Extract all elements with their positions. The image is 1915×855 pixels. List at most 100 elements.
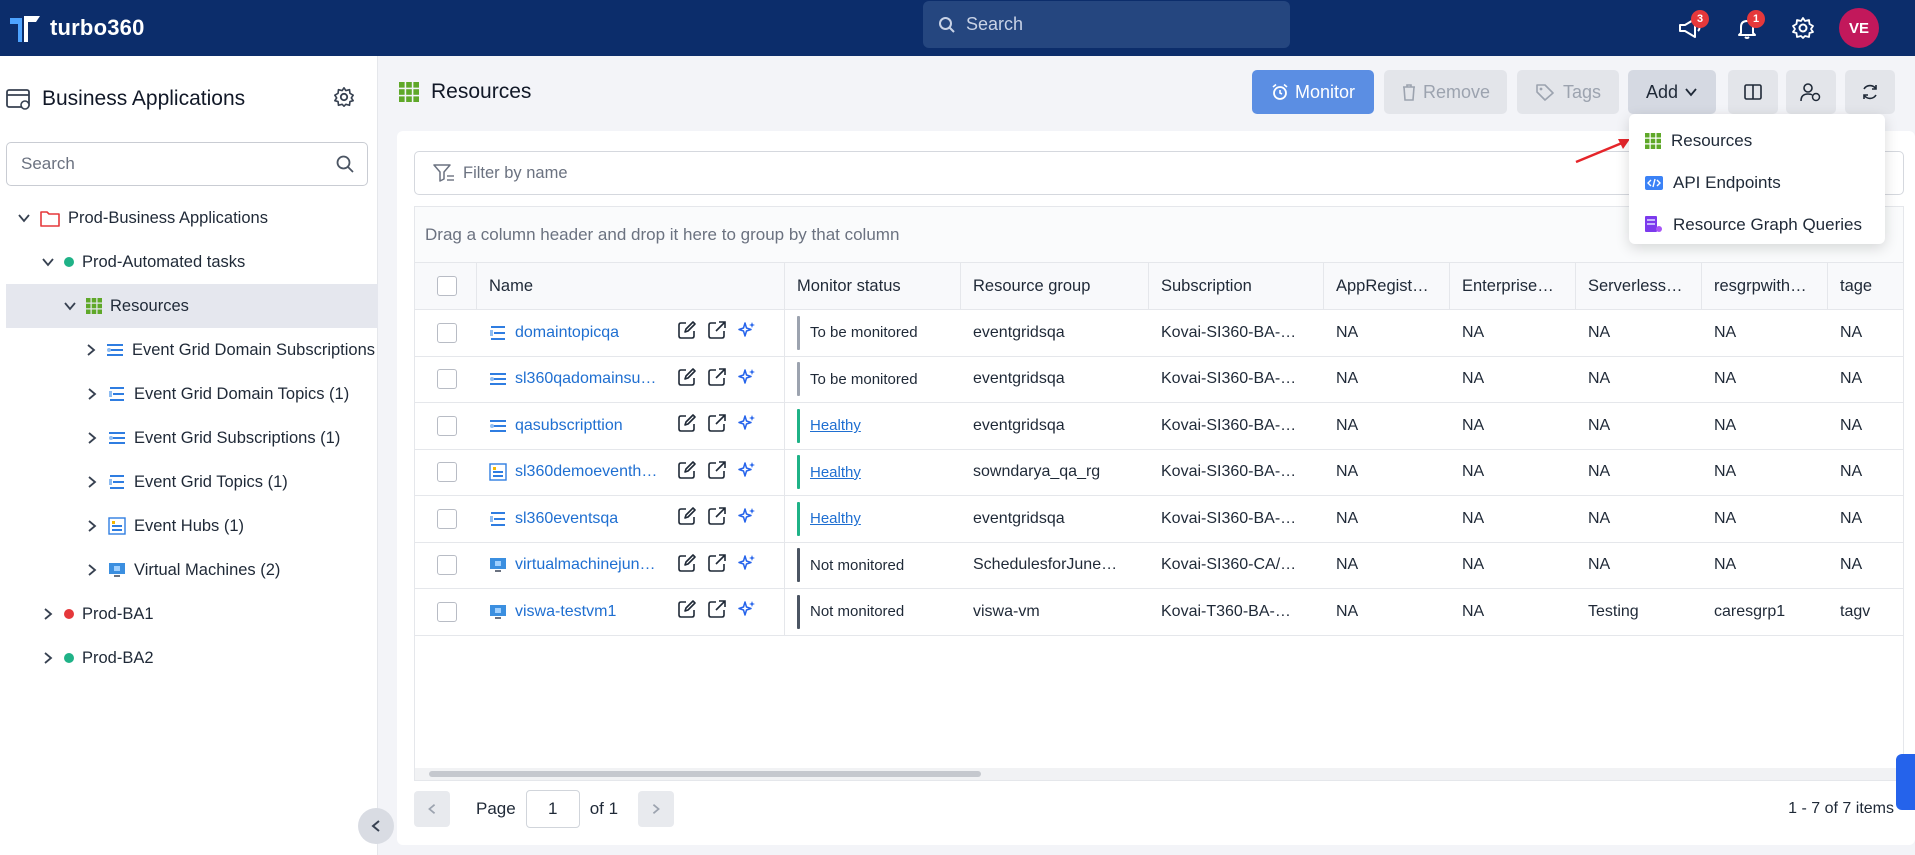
checkbox-box[interactable] (437, 555, 457, 576)
edit-icon[interactable] (677, 413, 697, 438)
monitor-button[interactable]: Monitor (1252, 70, 1374, 114)
chevron-right-icon[interactable] (40, 606, 56, 622)
table-row[interactable]: domaintopicqa To be monitored eventgrids… (415, 310, 1903, 357)
ai-sparkle-icon[interactable] (737, 460, 757, 485)
checkbox-box[interactable] (437, 322, 457, 343)
user-access-button[interactable] (1786, 70, 1836, 114)
scrollbar-thumb[interactable] (429, 771, 981, 777)
user-avatar[interactable]: VE (1839, 8, 1879, 48)
notifications-button[interactable]: 1 (1719, 0, 1775, 56)
row-checkbox[interactable] (415, 450, 477, 496)
column-header-resource-group[interactable]: Resource group (961, 263, 1149, 309)
next-page-button[interactable] (638, 791, 675, 827)
tree-item-event-grid-domain-subscriptions[interactable]: Event Grid Domain Subscriptions (1) (0, 328, 378, 372)
table-row[interactable]: qasubscripttion Healthy eventgridsqa Kov… (415, 403, 1903, 450)
external-link-icon[interactable] (707, 599, 727, 624)
checkbox-box[interactable] (437, 601, 457, 622)
app-logo[interactable]: turbo360 (6, 8, 145, 48)
edit-icon[interactable] (677, 553, 697, 578)
menu-item-api-endpoints[interactable]: API Endpoints (1629, 162, 1885, 204)
tree-item-prod-automated-tasks[interactable]: Prod-Automated tasks (0, 240, 378, 284)
external-link-icon[interactable] (707, 413, 727, 438)
settings-button[interactable] (1775, 0, 1831, 56)
resource-name-link[interactable]: virtualmachinejun… (515, 556, 656, 574)
sidebar-settings-icon[interactable] (333, 86, 355, 108)
table-row[interactable]: sl360qadomainsu… To be monitored eventgr… (415, 356, 1903, 403)
remove-button[interactable]: Remove (1384, 70, 1507, 114)
column-header-enterprise[interactable]: Enterprise… (1450, 263, 1576, 309)
feedback-side-tab[interactable] (1896, 754, 1915, 810)
select-all-checkbox[interactable] (415, 263, 477, 309)
external-link-icon[interactable] (707, 553, 727, 578)
add-button[interactable]: Add (1628, 70, 1716, 114)
checkbox-box[interactable] (437, 415, 457, 436)
chevron-right-icon[interactable] (84, 474, 100, 490)
chevron-down-icon[interactable] (16, 210, 32, 226)
ai-sparkle-icon[interactable] (737, 599, 757, 624)
chevron-right-icon[interactable] (84, 562, 100, 578)
chevron-down-icon[interactable] (40, 254, 56, 270)
sidebar-search-input[interactable]: Search (6, 142, 368, 186)
column-header-resgrpwith[interactable]: resgrpwith… (1702, 263, 1828, 309)
edit-icon[interactable] (677, 599, 697, 624)
tree-item-virtual-machines[interactable]: Virtual Machines (2) (0, 548, 378, 592)
table-row[interactable]: virtualmachinejun… Not monitored Schedul… (415, 542, 1903, 589)
chevron-right-icon[interactable] (40, 650, 56, 666)
resource-name-link[interactable]: sl360eventsqa (515, 510, 618, 528)
external-link-icon[interactable] (707, 320, 727, 345)
checkbox-box[interactable] (437, 276, 457, 296)
monitor-status-text[interactable]: Healthy (810, 417, 861, 434)
tree-item-event-grid-subscriptions[interactable]: Event Grid Subscriptions (1) (0, 416, 378, 460)
row-checkbox[interactable] (415, 357, 477, 403)
edit-icon[interactable] (677, 367, 697, 392)
ai-sparkle-icon[interactable] (737, 413, 757, 438)
row-checkbox[interactable] (415, 496, 477, 542)
table-row[interactable]: sl360eventsqa Healthy eventgridsqa Kovai… (415, 496, 1903, 543)
tree-item-prod-ba2[interactable]: Prod-BA2 (0, 636, 378, 680)
monitor-status-text[interactable]: Healthy (810, 464, 861, 481)
edit-icon[interactable] (677, 320, 697, 345)
edit-icon[interactable] (677, 506, 697, 531)
menu-item-resources[interactable]: Resources (1629, 120, 1885, 162)
table-row[interactable]: viswa-testvm1 Not monitored viswa-vm Kov… (415, 589, 1903, 636)
horizontal-scrollbar[interactable] (415, 768, 1903, 780)
ai-sparkle-icon[interactable] (737, 553, 757, 578)
ai-sparkle-icon[interactable] (737, 320, 757, 345)
external-link-icon[interactable] (707, 460, 727, 485)
table-row[interactable]: sl360demoeventh… Healthy sowndarya_qa_rg… (415, 449, 1903, 496)
chevron-right-icon[interactable] (84, 430, 100, 446)
previous-page-button[interactable] (414, 791, 450, 827)
column-header-subscription[interactable]: Subscription (1149, 263, 1324, 309)
ai-sparkle-icon[interactable] (737, 367, 757, 392)
row-checkbox[interactable] (415, 310, 477, 356)
monitor-status-text[interactable]: Healthy (810, 510, 861, 527)
tree-item-resources[interactable]: Resources (6, 284, 378, 328)
chevron-right-icon[interactable] (84, 518, 100, 534)
chevron-right-icon[interactable] (84, 342, 98, 358)
resource-name-link[interactable]: sl360qadomainsu… (515, 370, 656, 388)
tags-button[interactable]: Tags (1517, 70, 1619, 114)
tree-item-event-grid-domain-topics[interactable]: Event Grid Domain Topics (1) (0, 372, 378, 416)
column-header-monitor-status[interactable]: Monitor status (785, 263, 961, 309)
chevron-right-icon[interactable] (84, 386, 100, 402)
checkbox-box[interactable] (437, 508, 457, 529)
external-link-icon[interactable] (707, 506, 727, 531)
tree-item-event-hubs[interactable]: Event Hubs (1) (0, 504, 378, 548)
column-chooser-button[interactable] (1728, 70, 1778, 114)
edit-icon[interactable] (677, 460, 697, 485)
resource-name-link[interactable]: domaintopicqa (515, 324, 619, 342)
refresh-button[interactable] (1845, 70, 1895, 114)
page-number-input[interactable]: 1 (525, 790, 580, 828)
checkbox-box[interactable] (437, 462, 457, 483)
row-checkbox[interactable] (415, 543, 477, 589)
menu-item-resource-graph-queries[interactable]: Resource Graph Queries (1629, 204, 1885, 246)
tree-item-event-grid-topics[interactable]: Event Grid Topics (1) (0, 460, 378, 504)
resource-name-link[interactable]: viswa-testvm1 (515, 603, 616, 621)
row-checkbox[interactable] (415, 589, 477, 635)
global-search-input[interactable]: Search (923, 1, 1290, 48)
tree-item-prod-business-applications[interactable]: Prod-Business Applications (0, 196, 378, 240)
column-header-serverless[interactable]: Serverless… (1576, 263, 1702, 309)
ai-sparkle-icon[interactable] (737, 506, 757, 531)
external-link-icon[interactable] (707, 367, 727, 392)
row-checkbox[interactable] (415, 403, 477, 449)
